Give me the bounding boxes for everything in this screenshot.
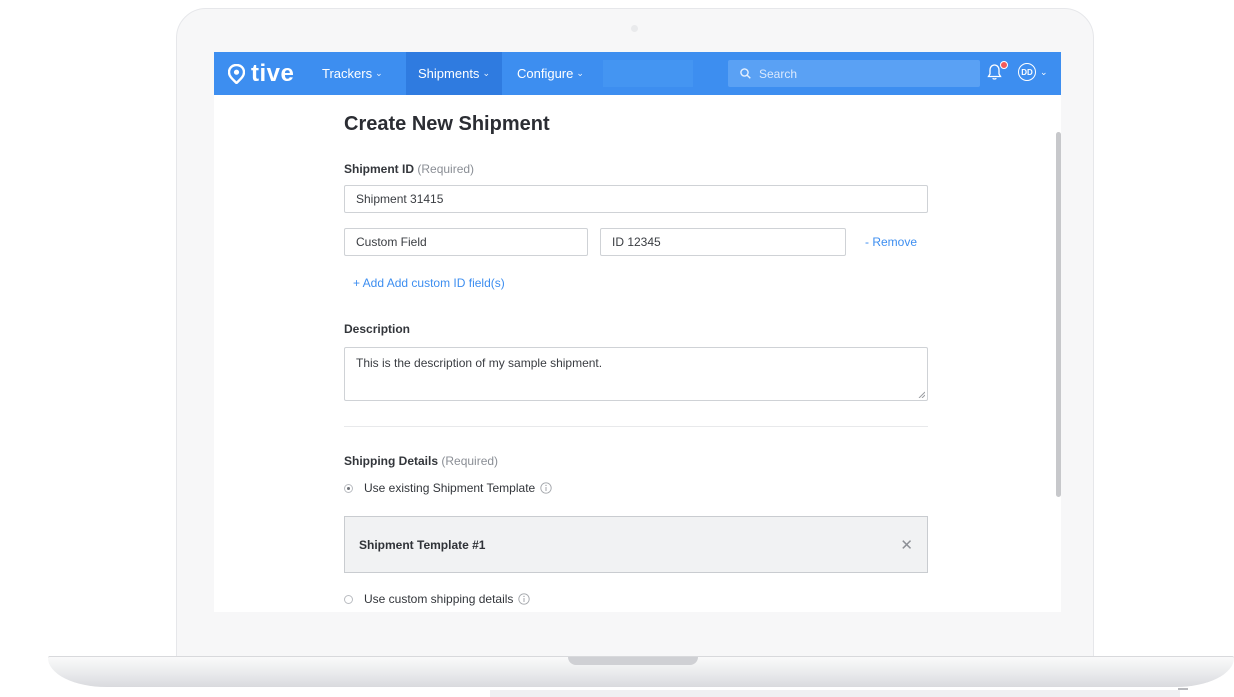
custom-field-value-input[interactable]: ID 12345 — [600, 228, 846, 256]
corner-mark — [1178, 688, 1188, 690]
info-icon[interactable] — [540, 482, 552, 494]
top-navbar: tive Trackers ⌄ Shipments ⌄ Configure ⌄ … — [214, 52, 1061, 95]
location-pin-icon — [228, 64, 245, 84]
description-textarea[interactable]: This is the description of my sample shi… — [344, 347, 928, 401]
logo-text: tive — [251, 60, 295, 87]
nav-configure[interactable]: Configure ⌄ — [517, 52, 584, 95]
avatar-initials: DD — [1021, 67, 1033, 77]
shipment-id-value: Shipment 31415 — [356, 192, 444, 206]
description-value: This is the description of my sample shi… — [356, 356, 603, 370]
section-divider — [344, 426, 928, 427]
selected-template-name: Shipment Template #1 — [359, 537, 486, 552]
chevron-down-icon: ⌄ — [375, 68, 383, 78]
info-icon[interactable] — [518, 593, 531, 605]
shipping-details-label-text: Shipping Details — [344, 454, 439, 468]
shipment-id-label: Shipment ID (Required) — [344, 162, 474, 176]
page-title: Create New Shipment — [344, 113, 550, 135]
chevron-down-icon: ⌄ — [576, 68, 584, 78]
user-avatar[interactable]: DD — [1018, 63, 1036, 81]
app-screen: tive Trackers ⌄ Shipments ⌄ Configure ⌄ … — [214, 52, 1061, 612]
selected-template-box[interactable]: Shipment Template #1 ✕ — [344, 516, 928, 573]
radio-custom-shipping-label: Use custom shipping details — [364, 592, 514, 606]
radio-custom-shipping[interactable]: Use custom shipping details — [344, 592, 531, 606]
notification-dot — [1000, 61, 1008, 69]
resize-grip-icon[interactable] — [918, 391, 925, 398]
remove-link[interactable]: - Remove — [865, 235, 917, 249]
description-label: Description — [344, 322, 411, 336]
tive-logo[interactable]: tive — [228, 60, 295, 87]
required-note: (Required) — [441, 454, 499, 468]
radio-button-unchecked[interactable] — [344, 594, 353, 604]
shipping-details-label: Shipping Details (Required) — [344, 454, 498, 468]
custom-field-name-value: Custom Field — [356, 235, 427, 249]
custom-field-name-input[interactable]: Custom Field — [344, 228, 588, 256]
scrollbar-thumb[interactable] — [1056, 132, 1061, 497]
nav-configure-label: Configure — [517, 66, 574, 81]
chevron-down-icon: ⌄ — [482, 68, 490, 78]
chevron-down-icon[interactable]: ⌄ — [1040, 67, 1048, 78]
search-icon — [740, 68, 751, 79]
nav-placeholder-block — [603, 60, 693, 87]
laptop-notch — [568, 657, 698, 665]
search-placeholder: Search — [759, 66, 798, 81]
radio-existing-template-label: Use existing Shipment Template — [364, 481, 536, 495]
shipment-id-label-text: Shipment ID — [344, 162, 415, 176]
search-input[interactable]: Search — [728, 60, 980, 87]
nav-shipments[interactable]: Shipments ⌄ — [406, 52, 502, 95]
close-icon[interactable]: ✕ — [900, 536, 913, 554]
base-shadow — [490, 690, 1180, 697]
nav-trackers-label: Trackers — [322, 66, 373, 81]
camera-dot — [631, 25, 638, 32]
custom-field-value-text: ID 12345 — [612, 235, 661, 249]
nav-shipments-label: Shipments — [418, 66, 480, 81]
radio-button-checked[interactable] — [344, 483, 353, 493]
radio-existing-template[interactable]: Use existing Shipment Template — [344, 481, 552, 495]
required-note: (Required) — [417, 162, 475, 176]
nav-trackers[interactable]: Trackers ⌄ — [322, 52, 383, 95]
add-custom-id-link[interactable]: + Add Add custom ID field(s) — [353, 276, 505, 290]
shipment-id-input[interactable]: Shipment 31415 — [344, 185, 928, 213]
